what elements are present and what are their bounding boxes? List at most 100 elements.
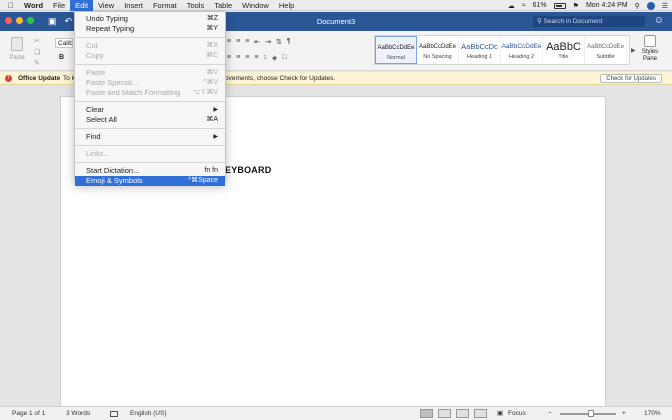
copy-icon[interactable]: ❏ [34, 47, 40, 58]
align-left-icon[interactable]: ≡ [227, 54, 231, 62]
style-title[interactable]: AaBbC Title [543, 36, 585, 64]
borders-icon[interactable]: □ [282, 54, 286, 62]
style-sample: AaBbCcDc [461, 42, 498, 51]
search-in-document-field[interactable]: ⚲ Search in Document [533, 16, 645, 27]
increase-indent-icon[interactable]: ⇥ [265, 38, 271, 46]
menu-item-copy[interactable]: Copy ⌘C [75, 51, 225, 61]
wifi-icon[interactable]: ≈ [522, 2, 526, 9]
proofing-icon[interactable] [110, 411, 118, 417]
menu-item-emoji-symbols[interactable]: Emoji & Symbols ^⌘Space [75, 176, 225, 186]
word-count[interactable]: 3 Words [66, 407, 90, 420]
menu-item-select-all[interactable]: Select All ⌘A [75, 115, 225, 125]
menu-item-undo-typing[interactable]: Undo Typing ⌘Z [75, 14, 225, 24]
styles-pane-button[interactable]: Styles Pane [638, 35, 662, 63]
zoom-out-icon[interactable]: − [548, 407, 552, 420]
focus-icon[interactable]: ▣ [497, 407, 503, 420]
document-text[interactable]: EYBOARD [225, 165, 271, 175]
menu-tools[interactable]: Tools [182, 0, 210, 11]
paragraph-row-1: ≡ ≡ ≡ ⇤ ⇥ ⇅ ¶ [227, 38, 291, 46]
menu-edit[interactable]: Edit [70, 0, 94, 11]
menu-item-shortcut: ^⌘V [203, 79, 218, 86]
menu-item-clear[interactable]: Clear ▶ [75, 105, 225, 115]
style-heading-2[interactable]: AaBbCcDdEe Heading 2 [501, 36, 543, 64]
focus-mode-button[interactable]: Focus [508, 407, 526, 420]
style-name: Normal [387, 55, 405, 61]
menu-item-find[interactable]: Find ▶ [75, 132, 225, 142]
style-name: Heading 1 [466, 54, 493, 60]
menu-separator [75, 101, 225, 102]
feedback-smiley-icon[interactable]: ☺ [654, 15, 664, 26]
menu-item-label: Repeat Typing [86, 24, 135, 33]
menu-item-label: Find [86, 132, 101, 141]
web-layout-view-button[interactable] [438, 409, 451, 418]
battery-icon[interactable] [553, 2, 566, 9]
menu-insert[interactable]: Insert [119, 0, 148, 11]
menu-item-shortcut: ^⌘Space [187, 177, 218, 184]
menu-file[interactable]: File [48, 0, 70, 11]
check-for-updates-button[interactable]: Check for Updates [600, 74, 662, 83]
menu-help[interactable]: Help [274, 0, 299, 11]
apple-icon[interactable]:  [0, 1, 22, 10]
menu-item-start-dictation[interactable]: Start Dictation... fn fn [75, 166, 225, 176]
user-avatar[interactable] [646, 1, 655, 10]
menu-item-paste-and-match-formatting[interactable]: Paste and Match Formatting ⌥⇧⌘V [75, 88, 225, 98]
menu-item-paste-special[interactable]: Paste Special... ^⌘V [75, 78, 225, 88]
menu-item-label: Cut [86, 41, 98, 50]
battery-percent[interactable]: 61% [533, 2, 547, 9]
paste-label: Paste [9, 55, 25, 61]
app-menu-word[interactable]: Word [22, 0, 48, 11]
menu-item-cut[interactable]: Cut ⌘X [75, 41, 225, 51]
menu-item-repeat-typing[interactable]: Repeat Typing ⌘Y [75, 24, 225, 34]
justify-icon[interactable]: ≡ [254, 54, 258, 62]
menu-item-paste[interactable]: Paste ⌘V [75, 68, 225, 78]
menu-item-shortcut: ⌘Z [206, 15, 218, 22]
page-count[interactable]: Page 1 of 1 [12, 407, 45, 420]
zoom-in-icon[interactable]: + [622, 407, 626, 420]
bold-button[interactable]: B [59, 54, 64, 61]
style-heading-1[interactable]: AaBbCcDc Heading 1 [459, 36, 501, 64]
gallery-next-icon[interactable]: ▶ [631, 47, 636, 54]
menu-window[interactable]: Window [237, 0, 274, 11]
cut-icon[interactable]: ✂ [34, 36, 40, 47]
spotlight-icon[interactable]: ⚲ [635, 2, 640, 10]
draft-view-button[interactable] [474, 409, 487, 418]
notification-center-icon[interactable]: ☰ [662, 2, 668, 10]
menu-view[interactable]: View [93, 0, 119, 11]
style-normal[interactable]: AaBbCcDdEe Normal [375, 36, 417, 64]
style-subtitle[interactable]: AaBbCcDdEe Subtitle [585, 36, 627, 64]
menu-item-label: Paste Special... [86, 78, 139, 87]
line-spacing-icon[interactable]: ↕ [263, 54, 267, 62]
bullets-icon[interactable]: ≡ [227, 38, 231, 46]
menu-item-shortcut: fn fn [204, 167, 218, 174]
flag-icon[interactable]: ⚑ [573, 2, 579, 10]
menu-item-shortcut: ⌥⇧⌘V [192, 89, 218, 96]
decrease-indent-icon[interactable]: ⇤ [254, 38, 260, 46]
menu-format[interactable]: Format [148, 0, 182, 11]
zoom-level[interactable]: 170% [644, 407, 661, 420]
menu-item-shortcut: ⌘A [206, 116, 218, 123]
menu-item-label: Clear [86, 105, 104, 114]
sort-icon[interactable]: ⇅ [276, 38, 282, 46]
paste-button[interactable]: Paste [6, 35, 28, 61]
menu-item-label: Emoji & Symbols [86, 176, 143, 185]
show-paragraph-marks-icon[interactable]: ¶ [287, 38, 291, 46]
zoom-slider-handle[interactable] [588, 410, 594, 417]
menu-table[interactable]: Table [209, 0, 237, 11]
align-center-icon[interactable]: ≡ [236, 54, 240, 62]
outline-view-button[interactable] [456, 409, 469, 418]
font-name-field[interactable]: Calibri [55, 38, 73, 48]
update-message: ovements, choose Check for Updates. [225, 75, 336, 82]
clock[interactable]: Mon 4:24 PM [586, 2, 628, 9]
multilevel-list-icon[interactable]: ≡ [245, 38, 249, 46]
style-no-spacing[interactable]: AaBbCcDdEe No Spacing [417, 36, 459, 64]
cloud-icon[interactable]: ☁ [508, 2, 515, 10]
align-right-icon[interactable]: ≡ [245, 54, 249, 62]
menu-item-links[interactable]: Links... [75, 149, 225, 159]
numbering-icon[interactable]: ≡ [236, 38, 240, 46]
search-placeholder: Search in Document [543, 18, 603, 25]
shading-icon[interactable]: ◈ [272, 54, 277, 62]
menu-item-shortcut: ⌘Y [206, 25, 218, 32]
print-layout-view-button[interactable] [420, 409, 433, 418]
language[interactable]: English (US) [130, 407, 166, 420]
format-painter-icon[interactable]: ✎ [34, 58, 40, 69]
